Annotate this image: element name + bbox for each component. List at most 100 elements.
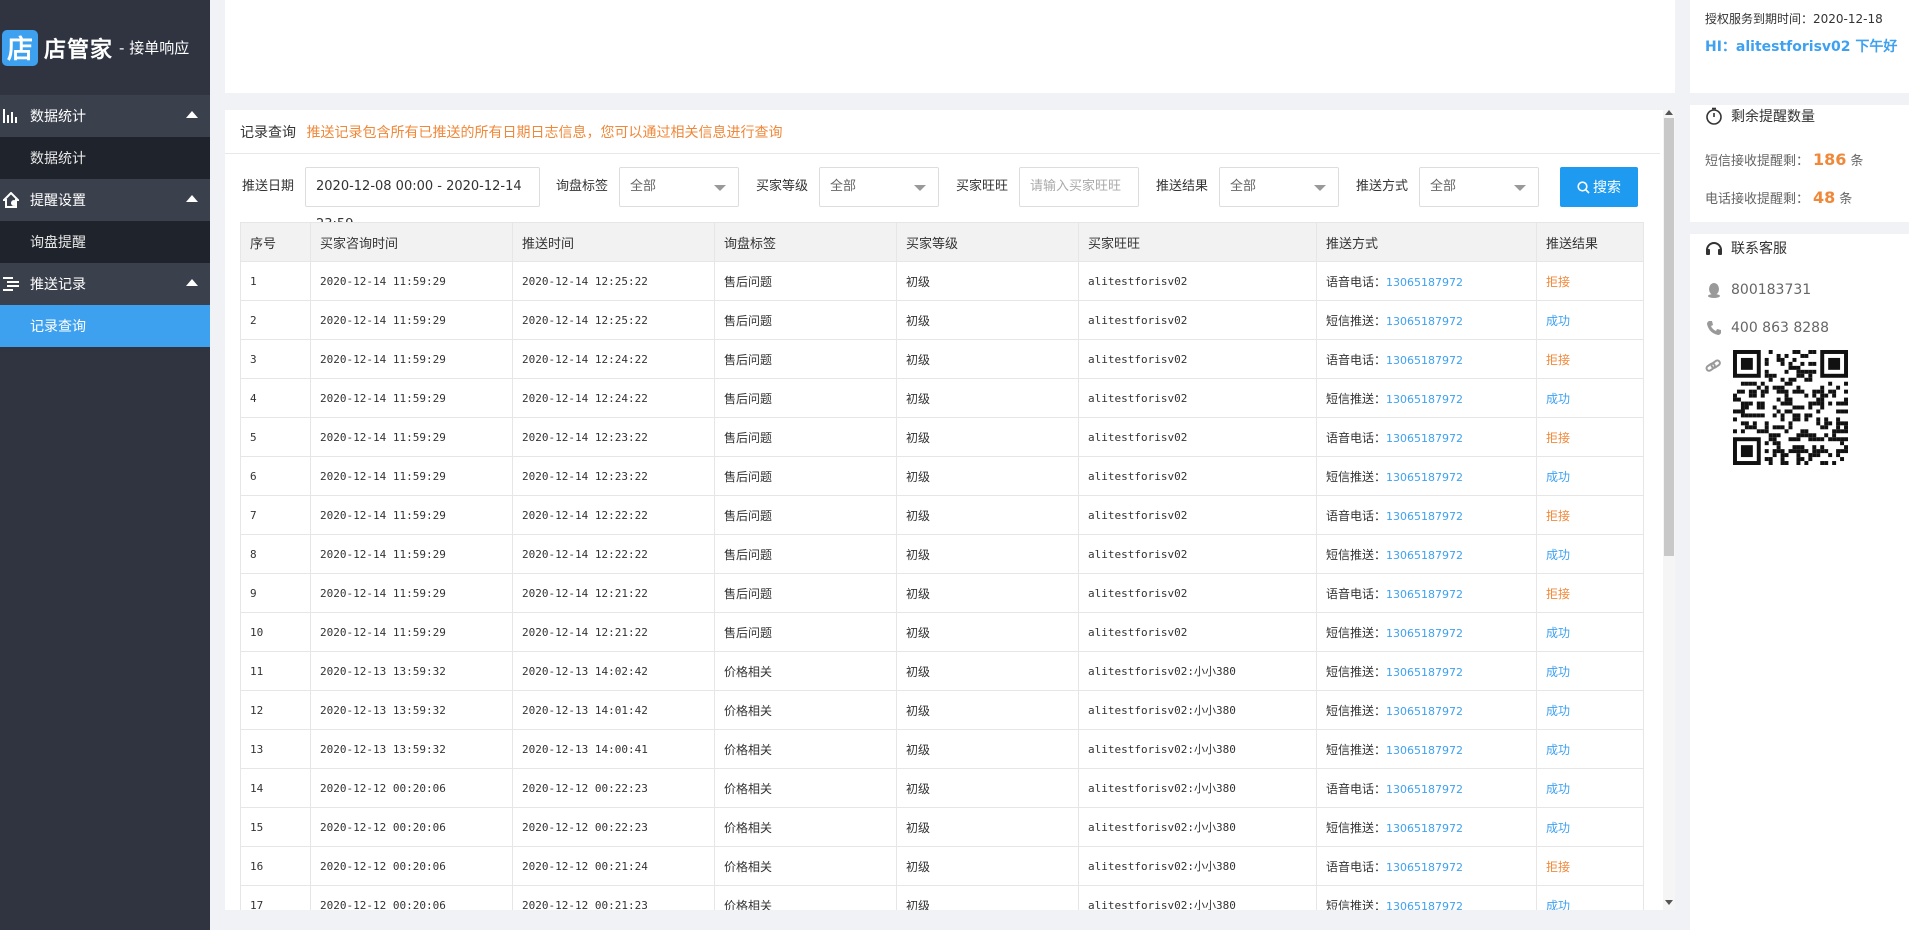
table-row: 6 2020-12-14 11:59:29 2020-12-14 12:23:22 售… bbox=[240, 456, 1644, 496]
cell-push-time: 2020-12-13 14:00:41 bbox=[512, 729, 715, 769]
col-header-level: 买家等级 bbox=[896, 222, 1079, 262]
cell-index: 9 bbox=[240, 573, 311, 613]
scrollbar-thumb[interactable] bbox=[1664, 118, 1674, 556]
nav-item-record-query[interactable]: 记录查询 bbox=[0, 305, 210, 347]
cell-method: 短信推送：13065187972 bbox=[1316, 690, 1537, 730]
cell-method: 短信推送：13065187972 bbox=[1316, 300, 1537, 340]
cell-method: 语音电话：13065187972 bbox=[1316, 846, 1537, 886]
cell-level: 初级 bbox=[896, 378, 1079, 418]
sms-count: 186 bbox=[1813, 150, 1847, 169]
level-label: 买家等级 bbox=[756, 179, 809, 194]
divider bbox=[1690, 222, 1909, 234]
phone-number-link[interactable]: 13065187972 bbox=[1386, 627, 1463, 640]
cell-buyer: alitestforisv02 bbox=[1078, 456, 1317, 496]
tel-number: 400 863 8288 bbox=[1731, 320, 1829, 336]
remain-title: 剩余提醒数量 bbox=[1731, 109, 1815, 125]
phone-number-link[interactable]: 13065187972 bbox=[1386, 432, 1463, 445]
qq-contact[interactable]: 800183731 bbox=[1705, 282, 1811, 298]
method-label: 语音电话： bbox=[1326, 430, 1387, 445]
cell-consult-time: 2020-12-14 11:59:29 bbox=[310, 261, 513, 301]
nav-group-data-stats[interactable]: 数据统计 bbox=[0, 95, 210, 137]
cell-push-time: 2020-12-14 12:21:22 bbox=[512, 573, 715, 613]
cell-buyer: alitestforisv02:小小380 bbox=[1078, 690, 1317, 730]
table-row: 4 2020-12-14 11:59:29 2020-12-14 12:24:22 售… bbox=[240, 378, 1644, 418]
cell-result: 成功 bbox=[1536, 612, 1644, 652]
cell-level: 初级 bbox=[896, 612, 1079, 652]
cell-index: 5 bbox=[240, 417, 311, 457]
tag-select[interactable]: 全部 bbox=[619, 167, 739, 207]
level-select[interactable]: 全部 bbox=[819, 167, 939, 207]
method-label: 语音电话： bbox=[1326, 586, 1387, 601]
vertical-scrollbar[interactable] bbox=[1663, 110, 1675, 910]
buyer-label: 买家旺旺 bbox=[956, 179, 1009, 194]
table-row: 7 2020-12-14 11:59:29 2020-12-14 12:22:22 售… bbox=[240, 495, 1644, 535]
phone-number-link[interactable]: 13065187972 bbox=[1386, 549, 1463, 562]
method-select[interactable]: 全部 bbox=[1419, 167, 1539, 207]
result-select[interactable]: 全部 bbox=[1219, 167, 1339, 207]
phone-number-link[interactable]: 13065187972 bbox=[1386, 861, 1463, 874]
cell-result: 拒接 bbox=[1536, 417, 1644, 457]
cell-method: 语音电话：13065187972 bbox=[1316, 495, 1537, 535]
cell-buyer: alitestforisv02 bbox=[1078, 378, 1317, 418]
cell-level: 初级 bbox=[896, 534, 1079, 574]
method-label: 短信推送： bbox=[1326, 898, 1387, 911]
scroll-up-icon[interactable] bbox=[1665, 110, 1673, 115]
cell-method: 短信推送：13065187972 bbox=[1316, 612, 1537, 652]
sms-label: 短信接收提醒剩： bbox=[1705, 154, 1810, 169]
cell-tag: 售后问题 bbox=[714, 300, 897, 340]
nav-group-push-records[interactable]: 推送记录 bbox=[0, 263, 210, 305]
search-button-label: 搜索 bbox=[1593, 180, 1621, 196]
search-button[interactable]: 搜索 bbox=[1560, 167, 1638, 207]
nav-group-reminder-settings[interactable]: 提醒设置 bbox=[0, 179, 210, 221]
cell-index: 14 bbox=[240, 768, 311, 808]
cell-tag: 价格相关 bbox=[714, 651, 897, 691]
divider bbox=[225, 153, 1660, 154]
cell-buyer: alitestforisv02:小小380 bbox=[1078, 807, 1317, 847]
scroll-down-icon[interactable] bbox=[1665, 900, 1673, 905]
cell-result: 成功 bbox=[1536, 885, 1644, 910]
phone-number-link[interactable]: 13065187972 bbox=[1386, 393, 1463, 406]
phone-number-link[interactable]: 13065187972 bbox=[1386, 588, 1463, 601]
phone-number-link[interactable]: 13065187972 bbox=[1386, 822, 1463, 835]
cell-result: 成功 bbox=[1536, 729, 1644, 769]
date-range-input[interactable]: 2020-12-08 00:00 - 2020-12-14 23:59 bbox=[305, 167, 540, 232]
cell-index: 8 bbox=[240, 534, 311, 574]
phone-number-link[interactable]: 13065187972 bbox=[1386, 900, 1463, 911]
expire-date: 授权服务到期时间：2020-12-18 bbox=[1705, 12, 1883, 26]
tel-contact[interactable]: 400 863 8288 bbox=[1705, 320, 1829, 336]
cell-index: 7 bbox=[240, 495, 311, 535]
cell-result: 成功 bbox=[1536, 456, 1644, 496]
sidebar: 店 店管家 - 接单响应 数据统计 数据统计 提醒设置 询盘提醒 推送记录 记录… bbox=[0, 0, 210, 930]
cell-tag: 售后问题 bbox=[714, 378, 897, 418]
right-panel: 授权服务到期时间：2020-12-18 HI：alitestforisv02 下… bbox=[1690, 0, 1909, 930]
phone-number-link[interactable]: 13065187972 bbox=[1386, 276, 1463, 289]
cell-level: 初级 bbox=[896, 417, 1079, 457]
phone-number-link[interactable]: 13065187972 bbox=[1386, 783, 1463, 796]
method-label: 短信推送： bbox=[1326, 469, 1387, 484]
cell-tag: 价格相关 bbox=[714, 690, 897, 730]
cell-level: 初级 bbox=[896, 651, 1079, 691]
phone-number-link[interactable]: 13065187972 bbox=[1386, 471, 1463, 484]
phone-number-link[interactable]: 13065187972 bbox=[1386, 510, 1463, 523]
phone-number-link[interactable]: 13065187972 bbox=[1386, 666, 1463, 679]
phone-number-link[interactable]: 13065187972 bbox=[1386, 705, 1463, 718]
cell-consult-time: 2020-12-14 11:59:29 bbox=[310, 534, 513, 574]
cell-buyer: alitestforisv02:小小380 bbox=[1078, 651, 1317, 691]
cell-result: 成功 bbox=[1536, 534, 1644, 574]
nav-item-data-stats[interactable]: 数据统计 bbox=[0, 137, 210, 179]
bar-chart-icon bbox=[0, 107, 22, 125]
phone-number-link[interactable]: 13065187972 bbox=[1386, 315, 1463, 328]
records-title: 记录查询 bbox=[240, 125, 296, 141]
cell-index: 6 bbox=[240, 456, 311, 496]
cell-result: 拒接 bbox=[1536, 261, 1644, 301]
cell-consult-time: 2020-12-13 13:59:32 bbox=[310, 690, 513, 730]
table-row: 13 2020-12-13 13:59:32 2020-12-13 14:00:41… bbox=[240, 729, 1644, 769]
cell-index: 13 bbox=[240, 729, 311, 769]
buyer-input[interactable]: 请输入买家旺旺 bbox=[1019, 167, 1139, 207]
table-row: 17 2020-12-12 00:20:06 2020-12-12 00:21:23… bbox=[240, 885, 1644, 911]
nav-item-inquiry-reminder[interactable]: 询盘提醒 bbox=[0, 221, 210, 263]
cell-method: 短信推送：13065187972 bbox=[1316, 378, 1537, 418]
list-icon bbox=[0, 275, 22, 293]
phone-number-link[interactable]: 13065187972 bbox=[1386, 744, 1463, 757]
phone-number-link[interactable]: 13065187972 bbox=[1386, 354, 1463, 367]
